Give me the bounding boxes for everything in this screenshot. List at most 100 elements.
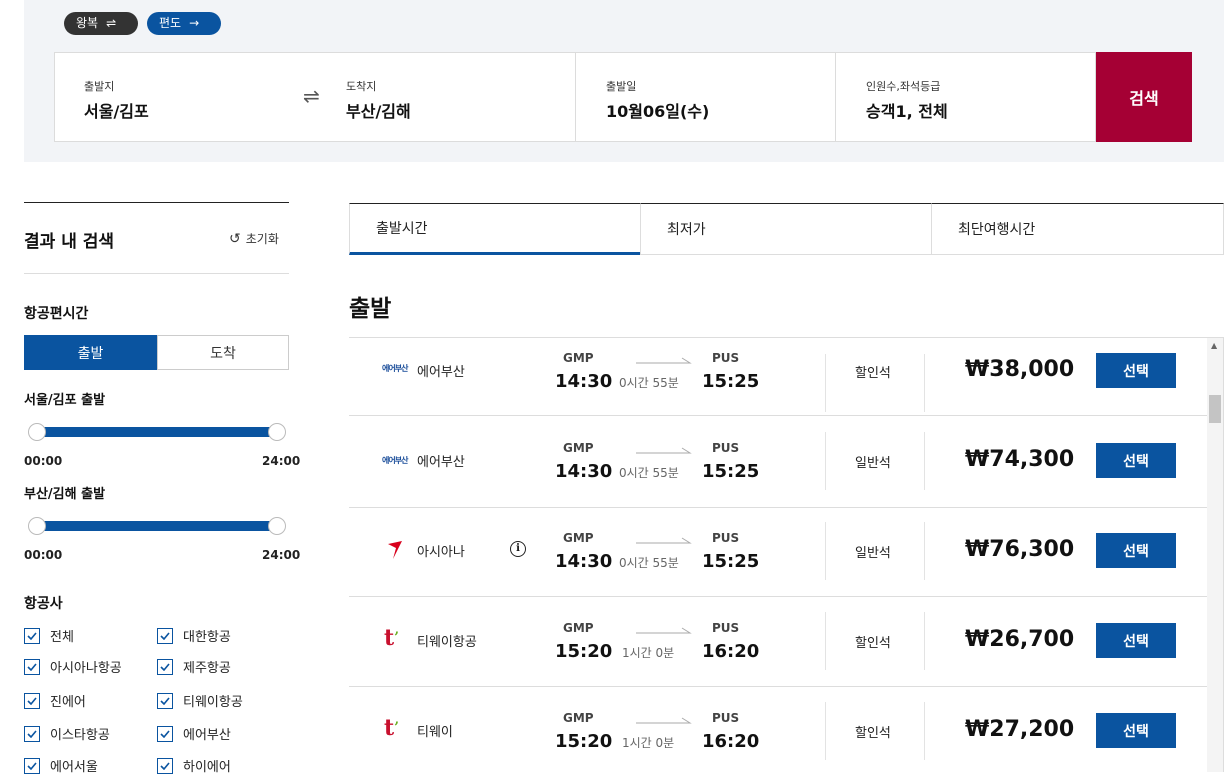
check-icon [24, 757, 40, 774]
slider-max-handle[interactable] [268, 517, 286, 535]
departure-time: 14:30 [555, 461, 613, 482]
seat-class: 일반석 [855, 456, 891, 471]
round-trip-toggle[interactable]: 왕복 ⇌ [64, 12, 138, 35]
destination-code: PUS [712, 531, 740, 545]
airline-name: 에어부산 [417, 365, 465, 380]
divider [835, 52, 836, 142]
passenger-value: 승객1, 전체 [866, 102, 948, 121]
airline-checkbox[interactable]: 에어서울 [24, 756, 98, 775]
flight-duration: 1시간 0분 [622, 646, 675, 660]
depart-time-tab[interactable]: 출발 [24, 335, 157, 370]
flight-arrow-icon [636, 620, 692, 634]
fare-price: ₩74,300 [965, 447, 1075, 472]
check-icon [157, 658, 173, 675]
divider [24, 273, 289, 274]
scrollbar-thumb[interactable] [1209, 395, 1221, 423]
destination-code: PUS [712, 351, 740, 365]
flight-arrow-icon [636, 530, 692, 544]
checkbox-label: 진에어 [50, 695, 86, 710]
checkbox-label: 티웨이항공 [183, 695, 243, 710]
asiana-logo-icon [386, 540, 404, 564]
origin-field[interactable]: 출발지 서울/김포 [84, 78, 149, 122]
select-flight-button[interactable]: 선택 [1096, 713, 1176, 748]
checkbox-label: 에어부산 [183, 728, 231, 743]
airline-checkbox[interactable]: 티웨이항공 [157, 691, 243, 710]
airline-checkbox[interactable]: 제주항공 [157, 657, 231, 676]
select-flight-button[interactable]: 선택 [1096, 443, 1176, 478]
seat-class: 일반석 [855, 546, 891, 561]
checkbox-label: 아시아나항공 [50, 661, 122, 676]
tway-logo-icon: t’ [384, 715, 400, 741]
airline-checkbox[interactable]: 하이에어 [157, 756, 231, 775]
divider [825, 612, 826, 670]
select-flight-button[interactable]: 선택 [1096, 623, 1176, 658]
airline-checkbox[interactable]: 아시아나항공 [24, 657, 122, 676]
sort-tab-lowest-price[interactable]: 최저가 [640, 203, 931, 255]
search-button[interactable]: 검색 [1096, 52, 1192, 142]
arrive-time-tab[interactable]: 도착 [157, 335, 289, 370]
divider [825, 522, 826, 580]
flight-duration: 0시간 55분 [619, 376, 679, 390]
airline-filter-title: 항공사 [24, 596, 63, 612]
seat-class: 할인석 [855, 726, 891, 741]
slider1-label: 서울/김포 출발 [24, 393, 106, 408]
origin-code: GMP [563, 531, 594, 545]
round-trip-label: 왕복 [76, 16, 99, 30]
one-way-label: 편도 [159, 16, 182, 30]
flight-row [349, 415, 1207, 507]
check-icon [157, 692, 173, 709]
reset-icon: ↺ [229, 230, 241, 247]
reset-button[interactable]: ↺ 초기화 [229, 230, 279, 247]
destination-field[interactable]: 도착지 부산/김해 [346, 78, 411, 122]
destination-code: PUS [712, 621, 740, 635]
swap-route-icon[interactable]: ⇌ [303, 84, 320, 108]
check-icon [24, 692, 40, 709]
select-flight-button[interactable]: 선택 [1096, 353, 1176, 388]
origin-value: 서울/김포 [84, 102, 149, 121]
slider-max-handle[interactable] [268, 423, 286, 441]
time-slider-track[interactable] [37, 521, 277, 531]
date-value: 10월06일(수) [606, 102, 710, 121]
check-icon [24, 658, 40, 675]
arrival-time: 15:25 [702, 461, 760, 482]
check-icon [24, 627, 40, 644]
reset-label: 초기화 [245, 232, 279, 246]
departure-time: 14:30 [555, 371, 613, 392]
arrival-time: 15:25 [702, 551, 760, 572]
divider [825, 432, 826, 490]
airline-name: 티웨이항공 [417, 635, 477, 650]
destination-code: PUS [712, 711, 740, 725]
range-min: 00:00 [24, 454, 63, 468]
slider2-label: 부산/김해 출발 [24, 487, 106, 502]
check-icon [157, 757, 173, 774]
departure-time: 15:20 [555, 641, 613, 662]
check-icon [157, 725, 173, 742]
sort-tab-shortest-time[interactable]: 최단여행시간 [931, 203, 1224, 255]
airline-checkbox[interactable]: 에어부산 [157, 724, 231, 743]
time-slider-track[interactable] [37, 427, 277, 437]
airline-checkbox[interactable]: 대한항공 [157, 626, 231, 645]
flight-row [349, 596, 1207, 686]
select-flight-button[interactable]: 선택 [1096, 533, 1176, 568]
flight-arrow-icon [636, 710, 692, 724]
passenger-field[interactable]: 인원수,좌석등급 승객1, 전체 [866, 78, 948, 122]
slider-min-handle[interactable] [28, 423, 46, 441]
divider [825, 354, 826, 412]
destination-value: 부산/김해 [346, 102, 411, 121]
airline-checkbox[interactable]: 전체 [24, 626, 74, 645]
airline-checkbox[interactable]: 이스타항공 [24, 724, 110, 743]
airline-checkbox[interactable]: 진에어 [24, 691, 86, 710]
checkbox-label: 전체 [50, 630, 74, 645]
one-way-toggle[interactable]: 편도 → [147, 12, 221, 35]
date-field[interactable]: 출발일 10월06일(수) [606, 78, 709, 122]
info-icon[interactable]: i [510, 541, 526, 557]
sort-tab-departure-time[interactable]: 출발시간 [349, 203, 640, 255]
slider-min-handle[interactable] [28, 517, 46, 535]
scroll-up-icon[interactable]: ▲ [1211, 341, 1217, 350]
arrow-right-icon: → [189, 16, 200, 30]
air-busan-logo-icon: 에어부산 [382, 456, 408, 465]
destination-label: 도착지 [346, 80, 377, 93]
departure-time: 15:20 [555, 731, 613, 752]
arrival-time: 15:25 [702, 371, 760, 392]
air-busan-logo-icon: 에어부산 [382, 364, 408, 373]
